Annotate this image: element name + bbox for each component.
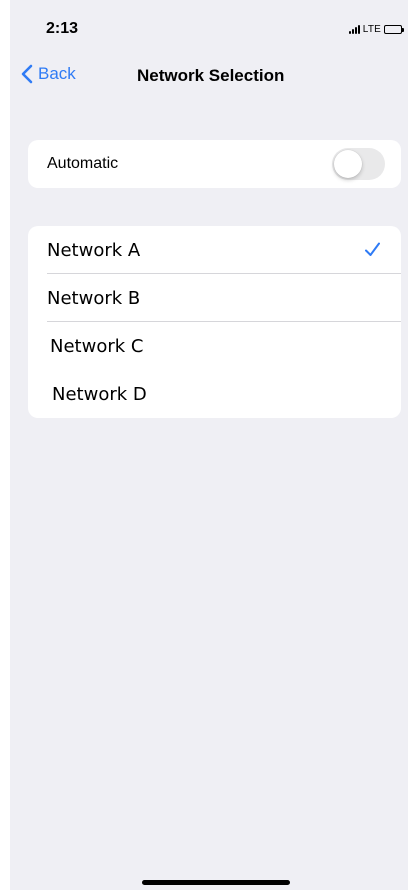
status-time: 2:13: [46, 20, 79, 37]
network-row-a[interactable]: Network A: [28, 226, 401, 274]
status-bar: 2:13 LTE: [10, 0, 408, 60]
automatic-row: Automatic: [28, 140, 401, 188]
network-label: Network C: [50, 335, 144, 357]
network-list: Network A Network B Network C Network D: [28, 226, 401, 418]
page-title: Network Selection: [137, 66, 285, 85]
automatic-toggle[interactable]: [332, 148, 385, 180]
status-icons: LTE: [348, 24, 404, 35]
screen: 2:13 LTE Back Network Selection Automati…: [10, 0, 408, 890]
signal-icon: [348, 25, 360, 34]
back-label: Back: [38, 64, 76, 83]
network-label: Network A: [47, 239, 141, 261]
home-indicator[interactable]: [142, 880, 290, 885]
network-row-c[interactable]: Network C: [28, 322, 401, 370]
network-row-d[interactable]: Network D: [28, 370, 401, 418]
automatic-group: Automatic: [28, 140, 401, 188]
toggle-knob: [334, 150, 362, 178]
battery-icon: [384, 25, 404, 34]
back-button[interactable]: Back: [20, 64, 76, 84]
network-type-label: LTE: [362, 24, 381, 35]
network-label: Network B: [47, 287, 141, 309]
chevron-left-icon: [21, 64, 33, 84]
navigation-bar: Back Network Selection: [10, 60, 408, 96]
automatic-label: Automatic: [47, 155, 119, 172]
checkmark-icon: [365, 242, 380, 256]
network-label: Network D: [52, 383, 147, 405]
network-row-b[interactable]: Network B: [28, 274, 401, 322]
